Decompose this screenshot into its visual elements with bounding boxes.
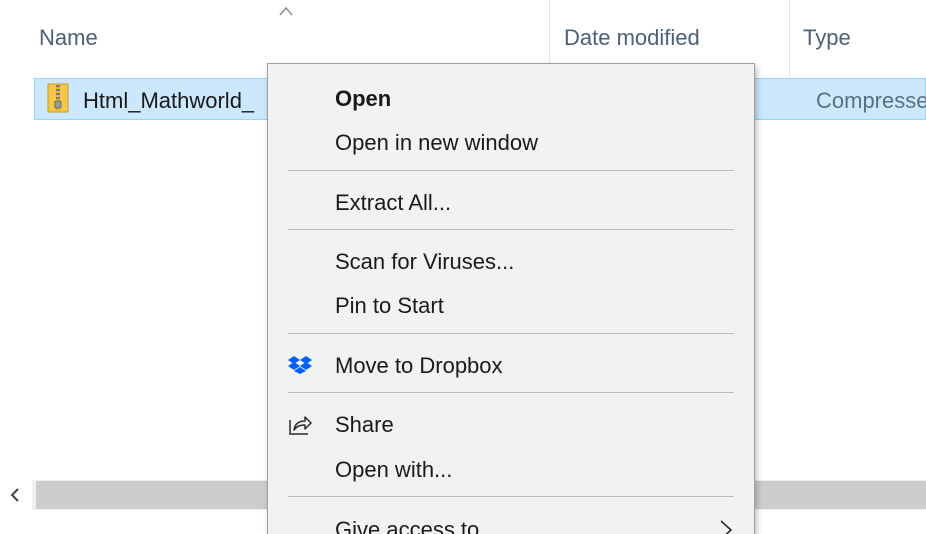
chevron-right-icon	[720, 520, 733, 534]
menu-item-open-with-label: Open with...	[335, 457, 453, 482]
dropbox-icon	[288, 356, 312, 374]
menu-item-give-access-to-label: Give access to	[335, 517, 480, 534]
menu-item-open-with[interactable]: Open with...	[268, 447, 754, 489]
menu-separator	[288, 496, 734, 497]
menu-item-share[interactable]: Share	[268, 402, 754, 444]
column-header-date-modified-label: Date modified	[564, 25, 700, 50]
column-header-type[interactable]: Type	[789, 0, 926, 78]
menu-item-pin-to-start[interactable]: Pin to Start	[268, 283, 754, 325]
column-header-type-label: Type	[803, 25, 851, 50]
file-explorer-pane: Name Date modified Type Html_Mathworld_ …	[0, 0, 926, 534]
menu-item-scan-for-viruses[interactable]: Scan for Viruses...	[268, 239, 754, 281]
menu-separator	[288, 392, 734, 393]
menu-item-extract-all-label: Extract All...	[335, 190, 452, 215]
menu-separator	[288, 229, 734, 230]
menu-item-give-access-to[interactable]: Give access to	[268, 507, 754, 534]
share-icon	[289, 416, 312, 435]
menu-item-open-in-new-window[interactable]: Open in new window	[268, 120, 754, 162]
menu-separator	[288, 333, 734, 334]
menu-item-move-to-dropbox-label: Move to Dropbox	[335, 353, 503, 378]
chevron-left-icon	[10, 488, 19, 502]
menu-separator	[288, 170, 734, 171]
sort-ascending-icon	[279, 6, 293, 16]
menu-item-extract-all[interactable]: Extract All...	[268, 180, 754, 222]
context-menu: Open Open in new window Extract All... S…	[267, 63, 755, 534]
menu-item-move-to-dropbox[interactable]: Move to Dropbox	[268, 343, 754, 385]
column-header-name-label: Name	[39, 25, 98, 50]
menu-item-open[interactable]: Open	[268, 76, 754, 118]
menu-item-open-label: Open	[335, 86, 392, 111]
scroll-left-button[interactable]	[0, 480, 32, 510]
file-name: Html_Mathworld_	[83, 88, 255, 113]
menu-item-scan-for-viruses-label: Scan for Viruses...	[335, 249, 515, 274]
file-type: Compresse	[816, 88, 926, 113]
menu-item-share-label: Share	[335, 412, 394, 437]
zip-folder-icon	[47, 83, 69, 113]
menu-item-pin-to-start-label: Pin to Start	[335, 293, 444, 318]
menu-item-open-in-new-window-label: Open in new window	[335, 130, 539, 155]
